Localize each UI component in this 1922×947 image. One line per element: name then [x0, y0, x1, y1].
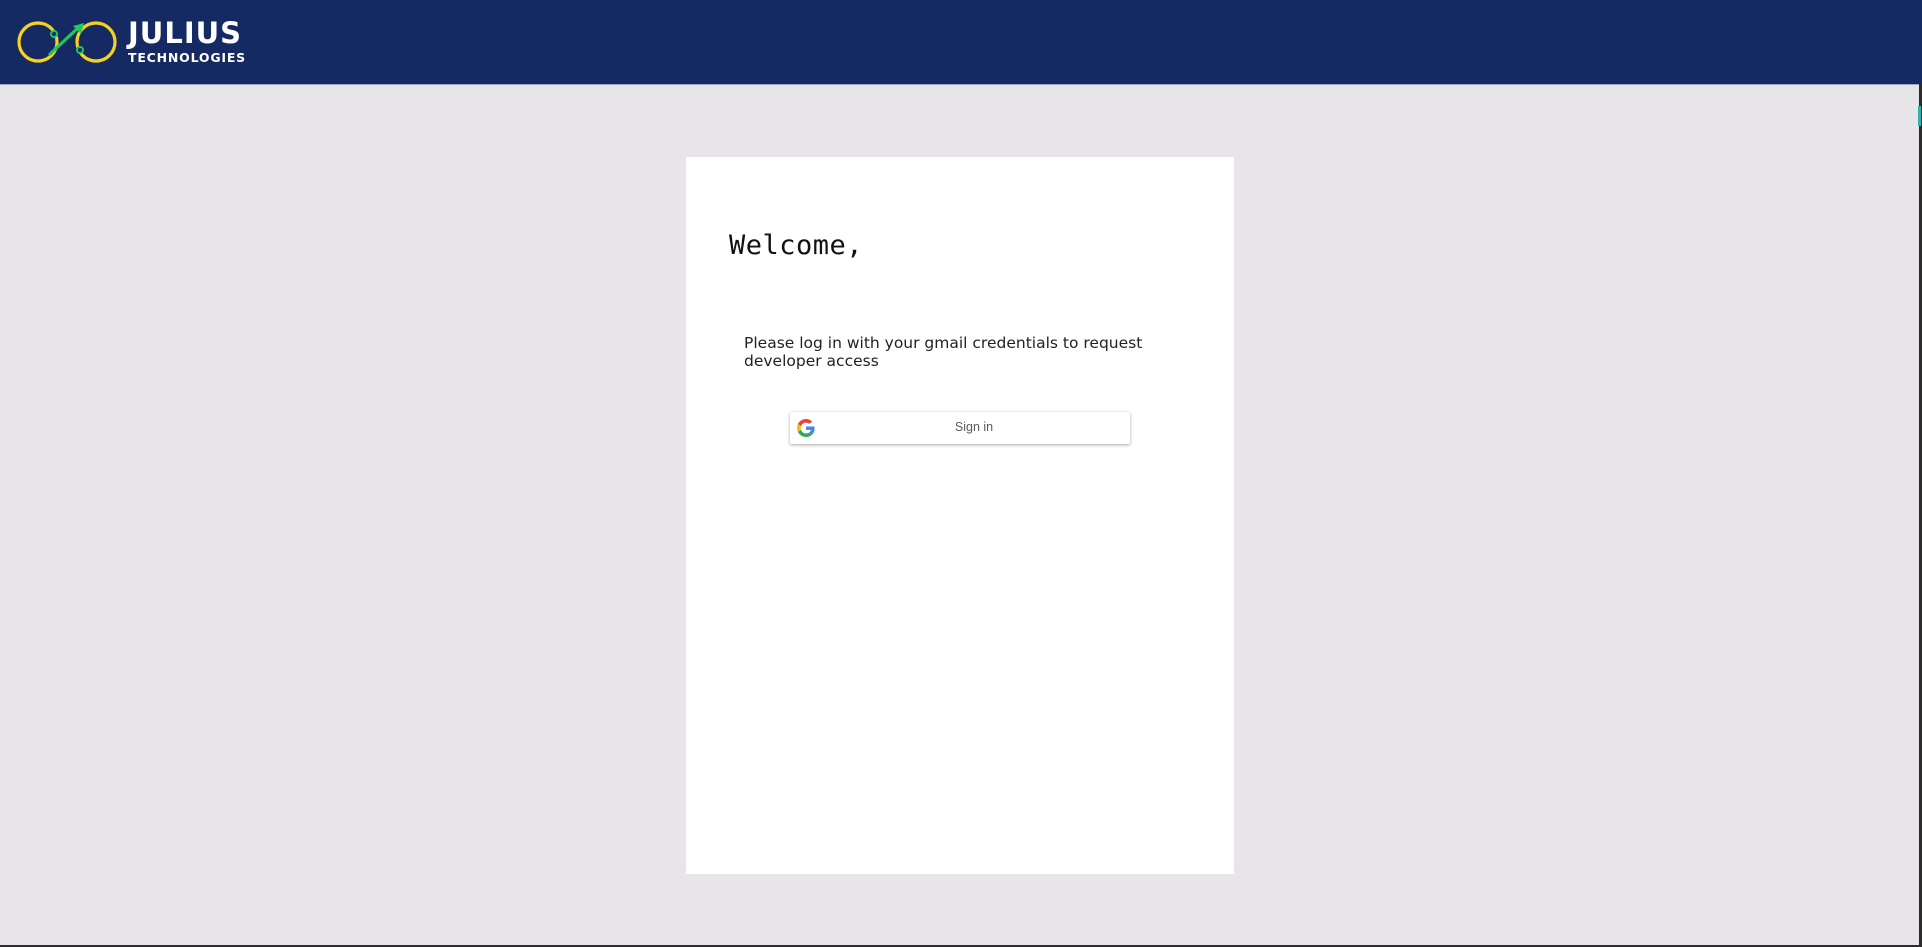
brand-subtitle: TECHNOLOGIES	[128, 50, 246, 66]
welcome-heading: Welcome,	[729, 230, 864, 261]
top-navigation-bar: JULIUS TECHNOLOGIES	[0, 0, 1922, 85]
julius-technologies-logo[interactable]: JULIUS TECHNOLOGIES	[16, 18, 246, 66]
login-instructions: Please log in with your gmail credential…	[744, 334, 1143, 370]
infinity-arrow-logo-icon	[17, 21, 117, 63]
logo-wordmark: JULIUS TECHNOLOGIES	[128, 19, 246, 65]
window-edge-accent	[1918, 106, 1921, 126]
login-card: Welcome, Please log in with your gmail c…	[686, 157, 1234, 874]
brand-title: JULIUS	[128, 16, 243, 51]
google-sign-in-button[interactable]: Sign in	[790, 412, 1130, 444]
sign-in-label: Sign in	[954, 420, 994, 434]
